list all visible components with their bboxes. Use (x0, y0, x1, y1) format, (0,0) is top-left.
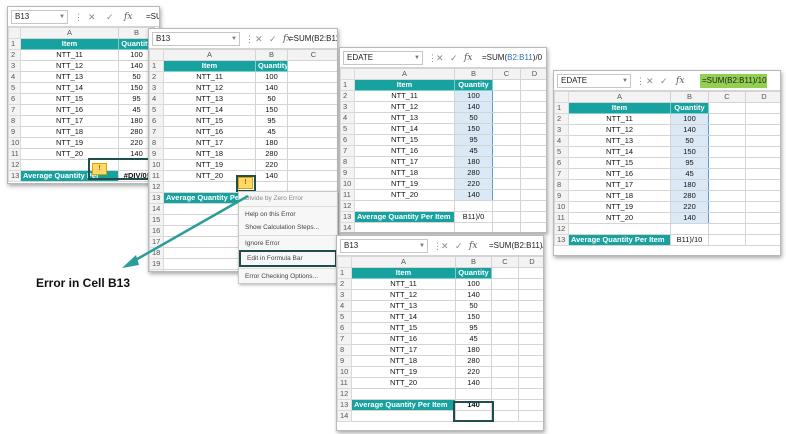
pointer-arrow (122, 194, 249, 268)
caption-text: Error in Cell B13 (36, 276, 131, 290)
